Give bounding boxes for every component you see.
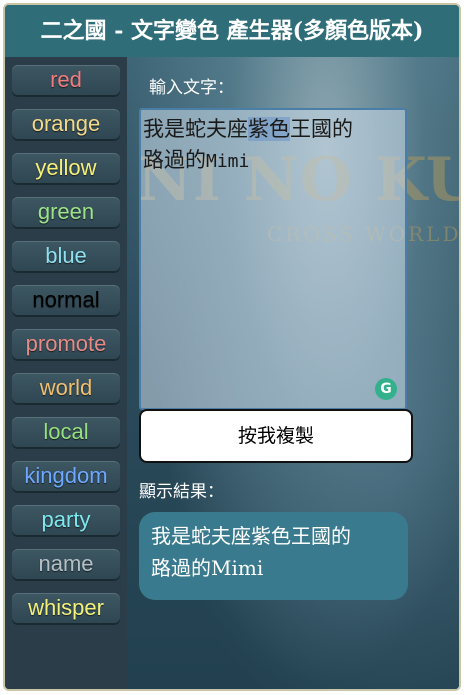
copy-button[interactable]: 按我複製: [139, 409, 413, 463]
color-button-whisper[interactable]: whisper: [12, 593, 120, 623]
color-button-kingdom[interactable]: kingdom: [12, 461, 120, 491]
input-text-line2: 路過的: [143, 148, 206, 172]
input-text-before: 我是蛇夫座: [143, 117, 248, 141]
input-text-line2-latin: Mimi: [206, 151, 250, 172]
color-button-normal[interactable]: normal: [12, 285, 120, 315]
input-label: 輸入文字：: [149, 78, 234, 98]
color-button-world[interactable]: world: [12, 373, 120, 403]
main-panel: NI NO KUNI CROSS WORLDS 輸入文字： 我是蛇夫座紫色王國的…: [127, 57, 459, 689]
input-text-highlight: 紫色: [248, 117, 290, 141]
page-title: 二之國 - 文字變色 產生器(多顏色版本): [5, 5, 459, 57]
color-button-yellow[interactable]: yellow: [12, 153, 120, 183]
color-button-local[interactable]: local: [12, 417, 120, 447]
color-button-red[interactable]: red: [12, 65, 120, 95]
result-label: 顯示結果：: [139, 482, 224, 502]
color-button-party[interactable]: party: [12, 505, 120, 535]
color-sidebar: red orange yellow green blue normal promote wor…: [5, 57, 127, 689]
color-button-promote[interactable]: promote: [12, 329, 120, 359]
color-button-orange[interactable]: orange: [12, 109, 120, 139]
grammarly-icon[interactable]: G: [375, 378, 397, 400]
app-frame: 二之國 - 文字變色 產生器(多顏色版本) red orange yellow gre…: [3, 3, 461, 691]
color-button-green[interactable]: green: [12, 197, 120, 227]
color-button-blue[interactable]: blue: [12, 241, 120, 271]
result-bubble: 我是蛇夫座紫色王國的 路過的Mimi: [139, 512, 408, 600]
result-line-2: 路過的Mimi: [151, 556, 264, 580]
input-text-after: 王國的: [290, 117, 353, 141]
result-line-1: 我是蛇夫座紫色王國的: [151, 524, 351, 548]
color-button-name[interactable]: name: [12, 549, 120, 579]
text-input[interactable]: 我是蛇夫座紫色王國的 路過的Mimi G: [139, 108, 407, 410]
